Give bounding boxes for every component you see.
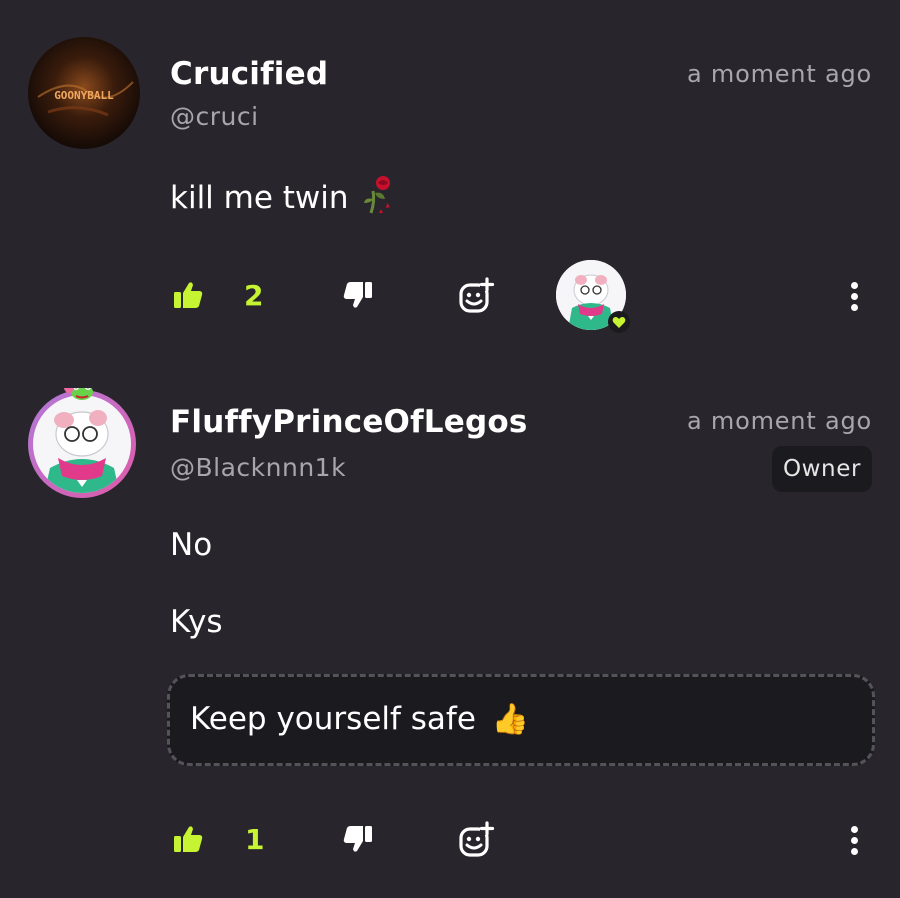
like-button[interactable] [172, 279, 204, 311]
dislike-button[interactable] [342, 279, 374, 311]
username[interactable]: Crucified [170, 56, 328, 92]
owner-badge: Owner [772, 446, 872, 492]
add-reaction-button[interactable] [458, 821, 496, 859]
more-options-button[interactable] [849, 282, 859, 315]
thumbs-up-icon [174, 282, 203, 308]
quoted-message-text: Keep yourself safe 👍 [190, 701, 529, 737]
quoted-message[interactable]: Keep yourself safe 👍 [167, 674, 875, 766]
heart-icon [608, 311, 630, 333]
comment-thread: GOONYBALL Crucified @cruci a moment ago … [0, 0, 900, 898]
thumbs-down-icon [343, 282, 372, 308]
add-reaction-button[interactable] [458, 277, 496, 315]
username[interactable]: FluffyPrinceOfLegos [170, 404, 528, 440]
like-count: 1 [245, 823, 265, 856]
comment-line-2: Kys [170, 604, 223, 640]
dislike-button[interactable] [342, 823, 374, 855]
add-reaction-icon [459, 277, 495, 313]
reaction-avatar[interactable] [556, 260, 630, 333]
user-avatar[interactable] [24, 388, 144, 504]
user-avatar[interactable]: GOONYBALL [28, 37, 140, 149]
more-options-button[interactable] [849, 826, 859, 859]
comment-text: kill me twin [170, 173, 395, 223]
comment-text-content: kill me twin [170, 180, 349, 216]
thumbs-up-icon [174, 826, 203, 852]
avatar-logo-text: GOONYBALL [54, 89, 114, 102]
thumbs-down-icon [343, 826, 372, 852]
thumbs-up-emoji-icon: 👍 [491, 702, 530, 737]
comment-line-1: No [170, 527, 213, 563]
timestamp: a moment ago [686, 407, 872, 435]
like-count: 2 [244, 279, 264, 312]
user-handle[interactable]: @cruci [170, 102, 259, 131]
like-button[interactable] [172, 823, 204, 855]
timestamp: a moment ago [686, 60, 872, 88]
wilted-rose-icon [361, 173, 395, 223]
user-handle[interactable]: @Blacknnn1k [170, 453, 346, 482]
add-reaction-icon [459, 821, 495, 857]
quote-content: Keep yourself safe [190, 701, 476, 737]
